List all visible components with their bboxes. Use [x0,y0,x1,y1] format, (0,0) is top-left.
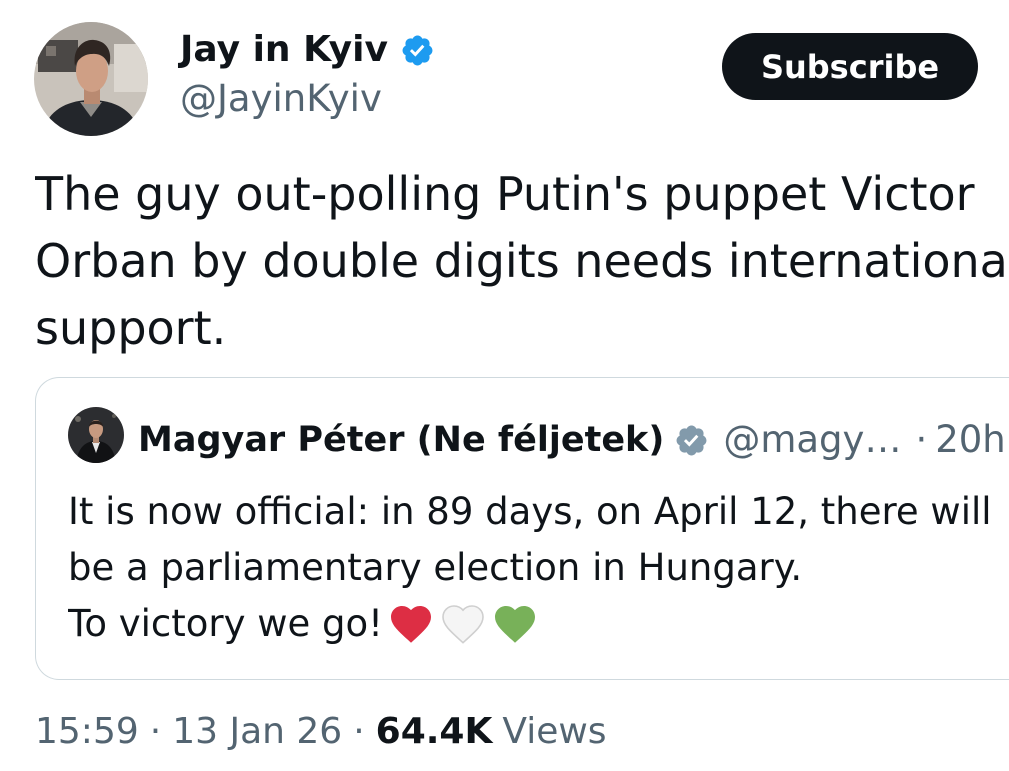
quoted-tweet-card[interactable]: Magyar Péter (Ne féljetek) @magy… · 20h … [35,377,1009,680]
verified-badge-shape [402,35,433,65]
verified-badge-icon-svg [402,35,433,65]
author-name[interactable]: Jay in Kyiv [180,28,388,72]
green-heart-icon-svg [495,606,535,643]
quoted-text-line: be a parliamentary election in Hungary. [68,546,803,589]
quoted-author-avatar-image [68,407,124,463]
red-heart-icon [387,600,435,648]
quoted-tweet-header: Magyar Péter (Ne féljetek) @magy… · 20h [138,418,1009,462]
header-separator: · [915,418,928,461]
red-heart-shape [391,606,431,643]
verified-badge-icon[interactable] [400,33,435,68]
verified-badge-icon-svg [676,425,707,455]
views-label: Views [502,711,607,752]
meta-separator: · [353,711,365,752]
quoted-text-line: It is now official: in 89 days, on April… [68,490,992,533]
author-handle[interactable]: @JayinKyiv [180,77,382,121]
verified-badge-icon [674,423,709,458]
author-name-row: Jay in Kyiv [180,28,435,72]
tweet-text-line: Orban by double digits needs internation… [35,234,1008,288]
white-heart-icon-svg [442,605,484,644]
views-count: 64.4K [375,711,493,752]
meta-separator: · [149,711,162,752]
quoted-text-line: To victory we go! [68,602,383,645]
tweet-meta: 15:59 · 13 Jan 26 · 64.4K Views [35,710,607,754]
quoted-tweet-text: It is now official: in 89 days, on April… [68,484,1009,652]
white-heart-shape [442,605,484,644]
tweet-text-line: The guy out-polling Putin's puppet Victo… [35,167,975,221]
quoted-text-line-with-emoji: To victory we go! [68,596,1009,652]
tweet-date[interactable]: 13 Jan 26 [172,710,342,754]
quoted-tweet-time: 20h [935,418,1006,461]
white-heart-icon [439,600,487,648]
tweet-time[interactable]: 15:59 [35,710,139,754]
verified-badge-shape [676,425,707,455]
quoted-author-name: Magyar Péter (Ne féljetek) [138,420,665,460]
author-avatar-image [34,22,148,136]
tweet-text-line: support. [35,301,227,355]
tweet-text: The guy out-polling Putin's puppet Victo… [35,161,1009,362]
green-heart-icon [491,600,539,648]
green-heart-shape [495,606,535,643]
subscribe-button[interactable]: Subscribe [722,33,978,100]
author-avatar[interactable] [34,22,148,136]
quoted-author-avatar[interactable] [68,407,124,463]
red-heart-icon-svg [391,606,431,643]
quoted-author-handle: @magy… [723,418,902,461]
